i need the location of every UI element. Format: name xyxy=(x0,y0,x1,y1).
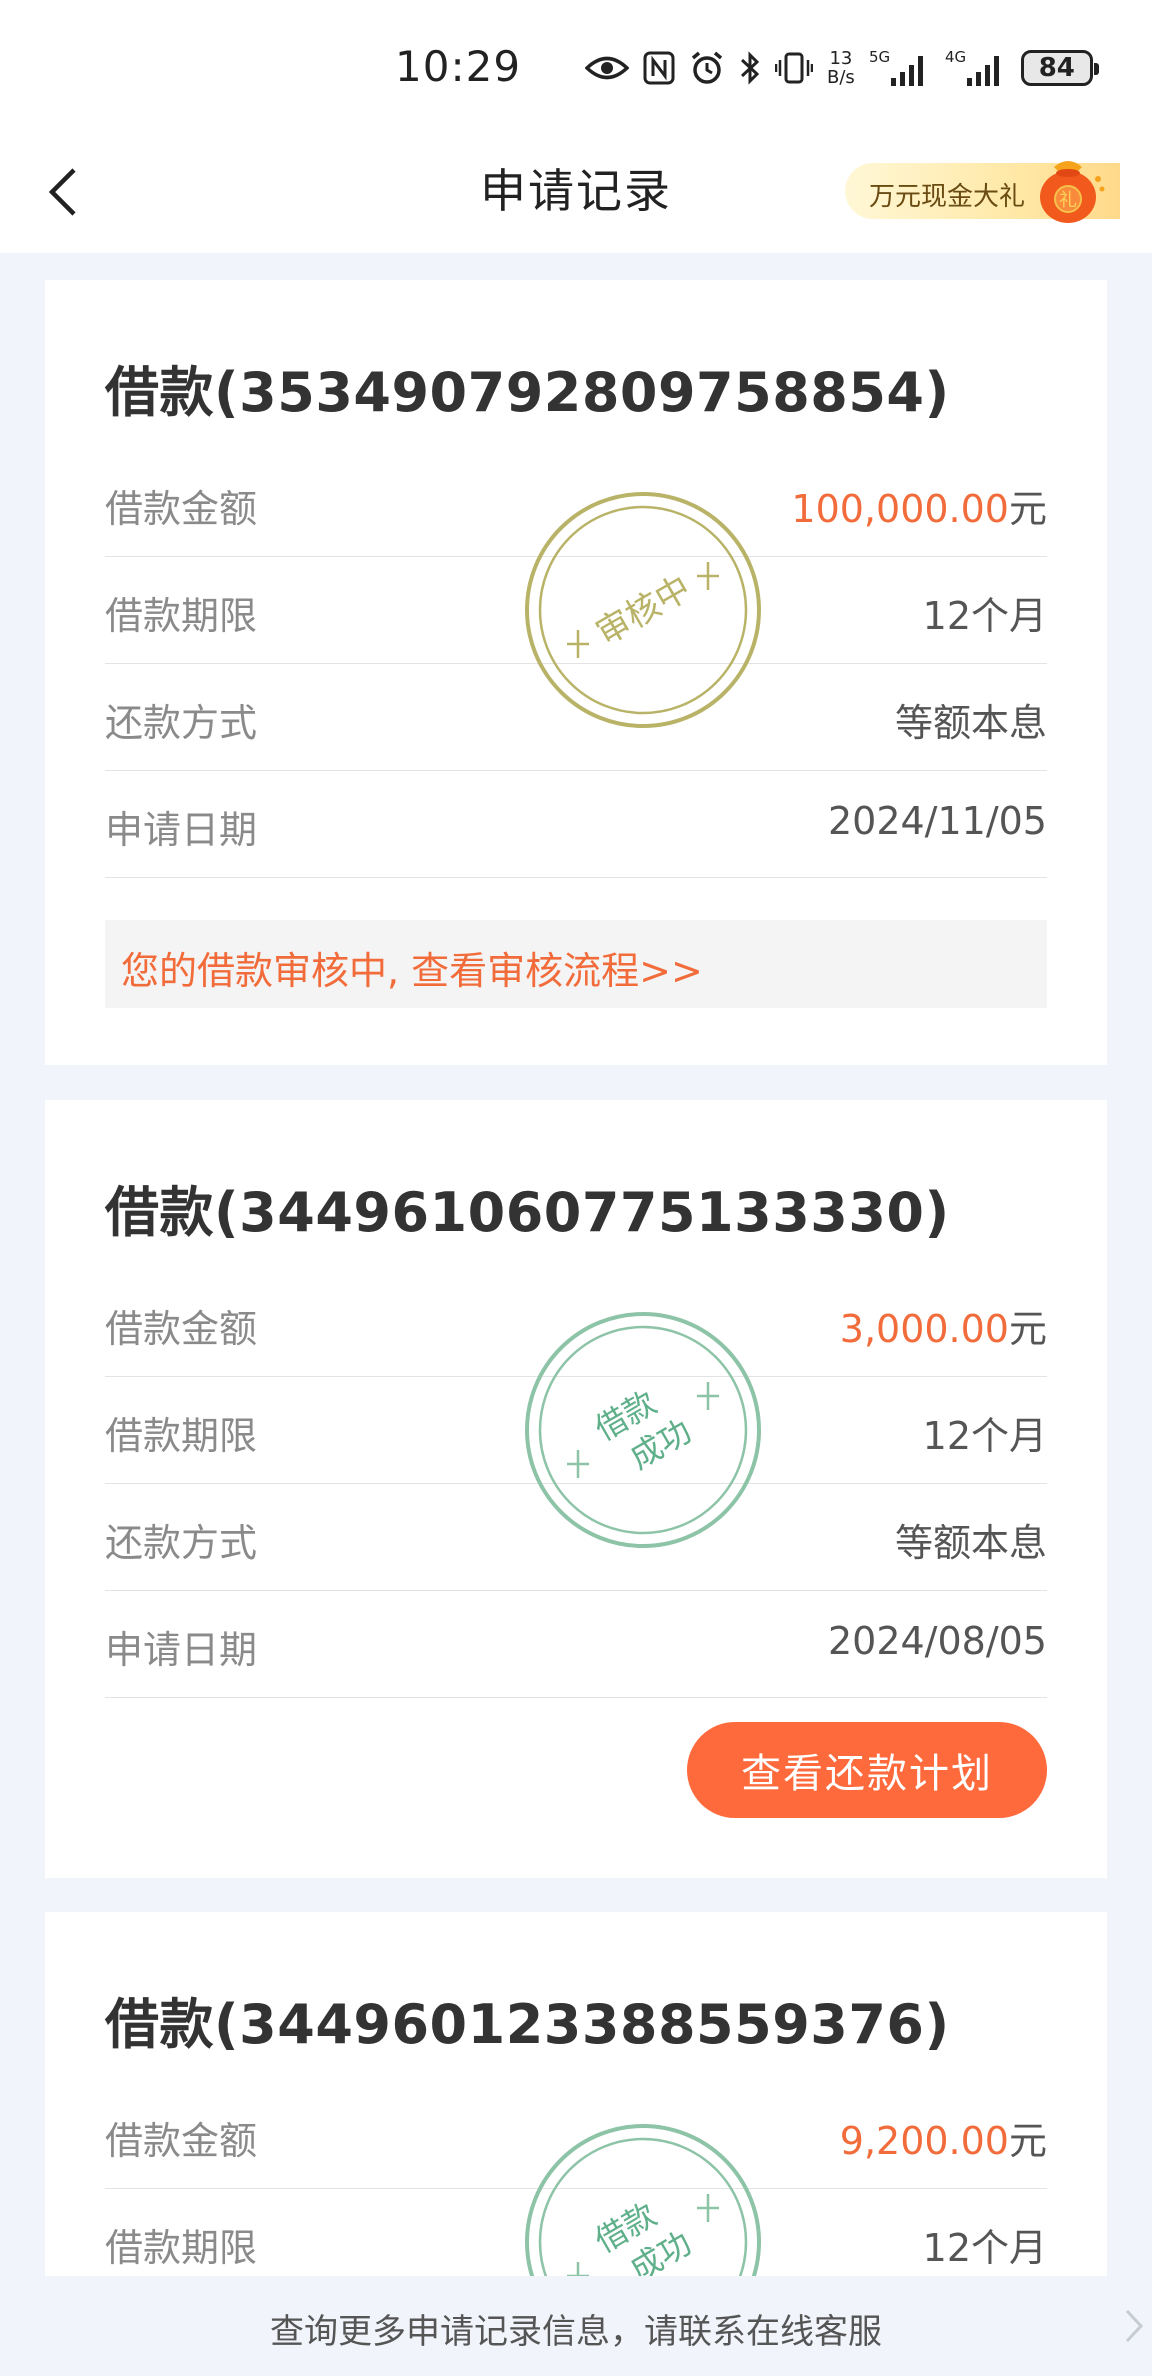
repayment-method-label: 还款方式 xyxy=(105,1521,258,1565)
footer-bar[interactable]: 查询更多申请记录信息，请联系在线客服 xyxy=(0,2276,1152,2376)
application-date-value: 2024/11/05 xyxy=(827,799,1047,843)
signal-4g-icon: 4G xyxy=(945,48,999,86)
amount-unit: 元 xyxy=(1008,1307,1047,1351)
repayment-method-value: 等额本息 xyxy=(894,701,1047,745)
svg-text:4G: 4G xyxy=(945,48,966,66)
svg-text:礼: 礼 xyxy=(1059,190,1077,211)
review-status-link[interactable]: 您的借款审核中, 查看审核流程>> xyxy=(105,920,1047,1008)
network-speed-unit: B/s xyxy=(827,67,855,88)
application-date-label: 申请日期 xyxy=(105,1628,258,1672)
amount-number: 9,200.00 xyxy=(839,2119,1009,2163)
loan-term-label: 借款期限 xyxy=(105,2226,258,2270)
svg-text:5G: 5G xyxy=(869,48,890,66)
loan-term-value: 12个月 xyxy=(922,1414,1047,1458)
loan-term-value: 12个月 xyxy=(922,2226,1047,2270)
application-date-row: 申请日期 2024/11/05 xyxy=(105,771,1047,878)
status-time: 10:29 xyxy=(395,42,522,91)
amount-number: 3,000.00 xyxy=(839,1307,1009,1351)
status-bar: 10:29 13 B/s 5G 4G 84 xyxy=(0,0,1152,135)
application-date-label: 申请日期 xyxy=(105,808,258,852)
alarm-icon xyxy=(691,51,723,84)
application-date-value: 2024/08/05 xyxy=(827,1619,1047,1663)
nfc-icon xyxy=(643,51,675,85)
money-bag-icon[interactable]: 礼 xyxy=(1030,151,1106,227)
amount-number: 100,000.00 xyxy=(791,487,1009,531)
signal-5g-icon: 5G xyxy=(869,48,923,86)
loan-amount-value: 3,000.00元 xyxy=(840,1298,1047,1353)
loan-title: 借款(353490792809758854) xyxy=(105,361,950,424)
repayment-method-label: 还款方式 xyxy=(105,701,258,745)
network-speed-value: 13 xyxy=(829,48,853,69)
page: 10:29 13 B/s 5G 4G 84 申请记录 万元现金大礼 礼 借款(3… xyxy=(0,0,1152,2376)
loan-amount-label: 借款金额 xyxy=(105,2119,258,2163)
amount-unit: 元 xyxy=(1008,2119,1047,2163)
loan-title: 借款(344960123388559376) xyxy=(105,1993,950,2056)
under-review-stamp: 审核中 xyxy=(525,492,761,728)
vibrate-icon xyxy=(775,52,813,84)
bluetooth-icon xyxy=(740,51,760,85)
loan-term-value: 12个月 xyxy=(922,594,1047,638)
view-repayment-plan-button[interactable]: 查看还款计划 xyxy=(687,1722,1047,1818)
chevron-right-icon xyxy=(1125,2309,1144,2343)
review-status-text: 您的借款审核中, 查看审核流程>> xyxy=(121,949,703,993)
svg-text:审核中: 审核中 xyxy=(589,568,697,654)
eye-icon xyxy=(585,56,629,80)
loan-amount-value: 9,200.00元 xyxy=(840,2110,1047,2165)
loan-title: 借款(344961060775133330) xyxy=(105,1181,950,1244)
nav-header: 申请记录 万元现金大礼 礼 xyxy=(0,135,1152,253)
loan-term-label: 借款期限 xyxy=(105,594,258,638)
amount-unit: 元 xyxy=(1008,487,1047,531)
loan-success-stamp: 借款 成功 xyxy=(525,1312,761,1548)
battery-icon: 84 xyxy=(1020,50,1099,86)
network-speed: 13 B/s xyxy=(827,49,855,87)
promo-text: 万元现金大礼 xyxy=(869,182,1026,212)
application-date-row: 申请日期 2024/08/05 xyxy=(105,1591,1047,1698)
contact-support-text: 查询更多申请记录信息，请联系在线客服 xyxy=(270,2312,882,2352)
loan-amount-label: 借款金额 xyxy=(105,1307,258,1351)
loan-amount-label: 借款金额 xyxy=(105,487,258,531)
loan-card[interactable]: 借款(353490792809758854) 借款金额 100,000.00元 … xyxy=(45,280,1107,1065)
loan-card[interactable]: 借款(344961060775133330) 借款金额 3,000.00元 借款… xyxy=(45,1100,1107,1878)
loan-term-label: 借款期限 xyxy=(105,1414,258,1458)
repayment-method-value: 等额本息 xyxy=(894,1521,1047,1565)
battery-level: 84 xyxy=(1038,53,1075,83)
loan-amount-value: 100,000.00元 xyxy=(791,478,1047,533)
status-icons: 13 B/s 5G 4G 84 xyxy=(585,44,1099,92)
